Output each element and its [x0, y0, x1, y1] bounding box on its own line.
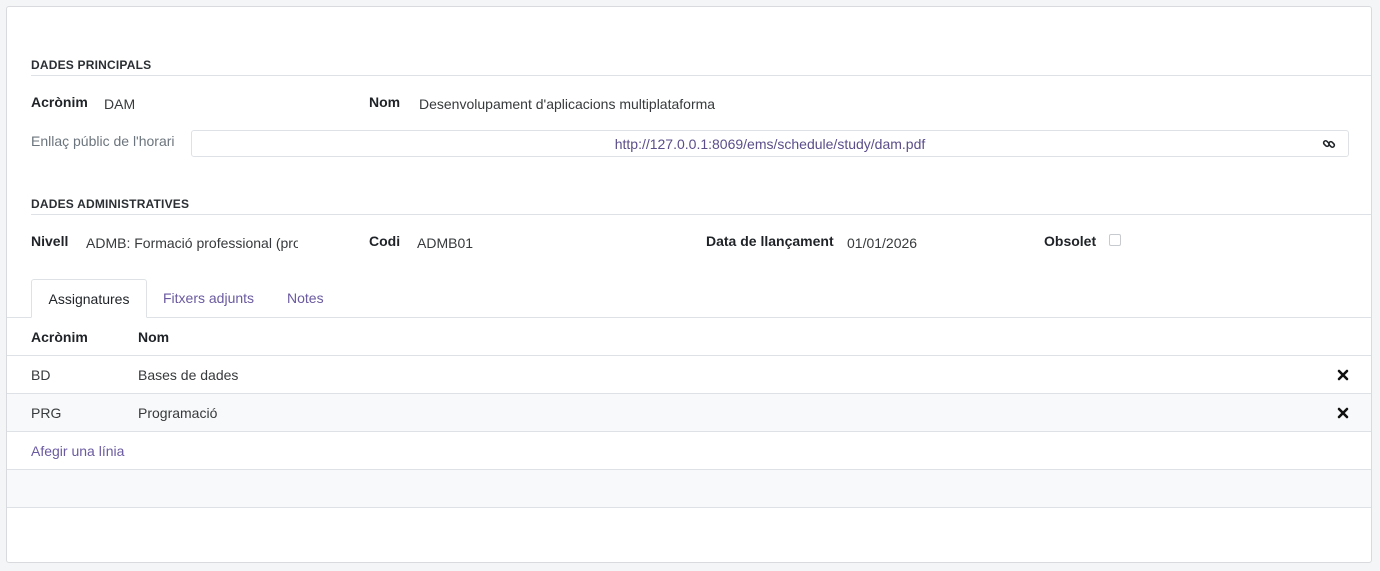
- section-title-administrative: DADES ADMINISTRATIVES: [31, 197, 190, 211]
- name-label: Nom: [369, 94, 401, 110]
- tab-assignatures[interactable]: Assignatures: [31, 279, 147, 318]
- code-field[interactable]: ADMB01: [417, 235, 473, 251]
- acronym-label: Acrònim: [31, 94, 88, 110]
- schedule-link-field[interactable]: http://127.0.0.1:8069/ems/schedule/study…: [191, 130, 1349, 157]
- section-title-principal: DADES PRINCIPALS: [31, 58, 152, 72]
- row-divider: [7, 355, 1371, 356]
- launch-date-label: Data de llançament: [706, 233, 834, 249]
- column-header-acronym[interactable]: Acrònim: [31, 329, 88, 345]
- table-row-acronym[interactable]: PRG: [31, 405, 61, 421]
- tab-fitxers-adjunts[interactable]: Fitxers adjunts: [163, 279, 254, 318]
- launch-date-field[interactable]: 01/01/2026: [847, 235, 917, 251]
- add-line-button[interactable]: Afegir una línia: [31, 443, 124, 459]
- form-sheet: DADES PRINCIPALS Acrònim DAM Nom Desenvo…: [6, 6, 1372, 563]
- level-label: Nivell: [31, 233, 69, 249]
- acronym-field[interactable]: DAM: [104, 96, 135, 112]
- tab-notes[interactable]: Notes: [287, 279, 324, 318]
- table-row-acronym[interactable]: BD: [31, 367, 50, 383]
- link-icon[interactable]: [1322, 137, 1336, 151]
- section-divider: [31, 214, 1371, 215]
- schedule-link-url[interactable]: http://127.0.0.1:8069/ems/schedule/study…: [192, 136, 1348, 152]
- close-icon[interactable]: [1337, 369, 1349, 381]
- level-field[interactable]: ADMB: Formació professional (pro: [86, 235, 298, 251]
- section-divider: [31, 75, 1371, 76]
- schedule-link-label: Enllaç públic de l'horari: [31, 133, 175, 149]
- column-header-name[interactable]: Nom: [138, 329, 169, 345]
- close-icon[interactable]: [1337, 407, 1349, 419]
- name-field[interactable]: Desenvolupament d'aplicacions multiplata…: [419, 96, 715, 112]
- code-label: Codi: [369, 233, 401, 249]
- obsolete-label: Obsolet: [1044, 233, 1097, 249]
- row-divider: [7, 507, 1371, 508]
- obsolete-checkbox[interactable]: [1109, 234, 1121, 246]
- table-footer: [7, 470, 1371, 507]
- table-row-name[interactable]: Bases de dades: [138, 367, 238, 383]
- table-row-name[interactable]: Programació: [138, 405, 217, 421]
- row-divider: [7, 431, 1371, 432]
